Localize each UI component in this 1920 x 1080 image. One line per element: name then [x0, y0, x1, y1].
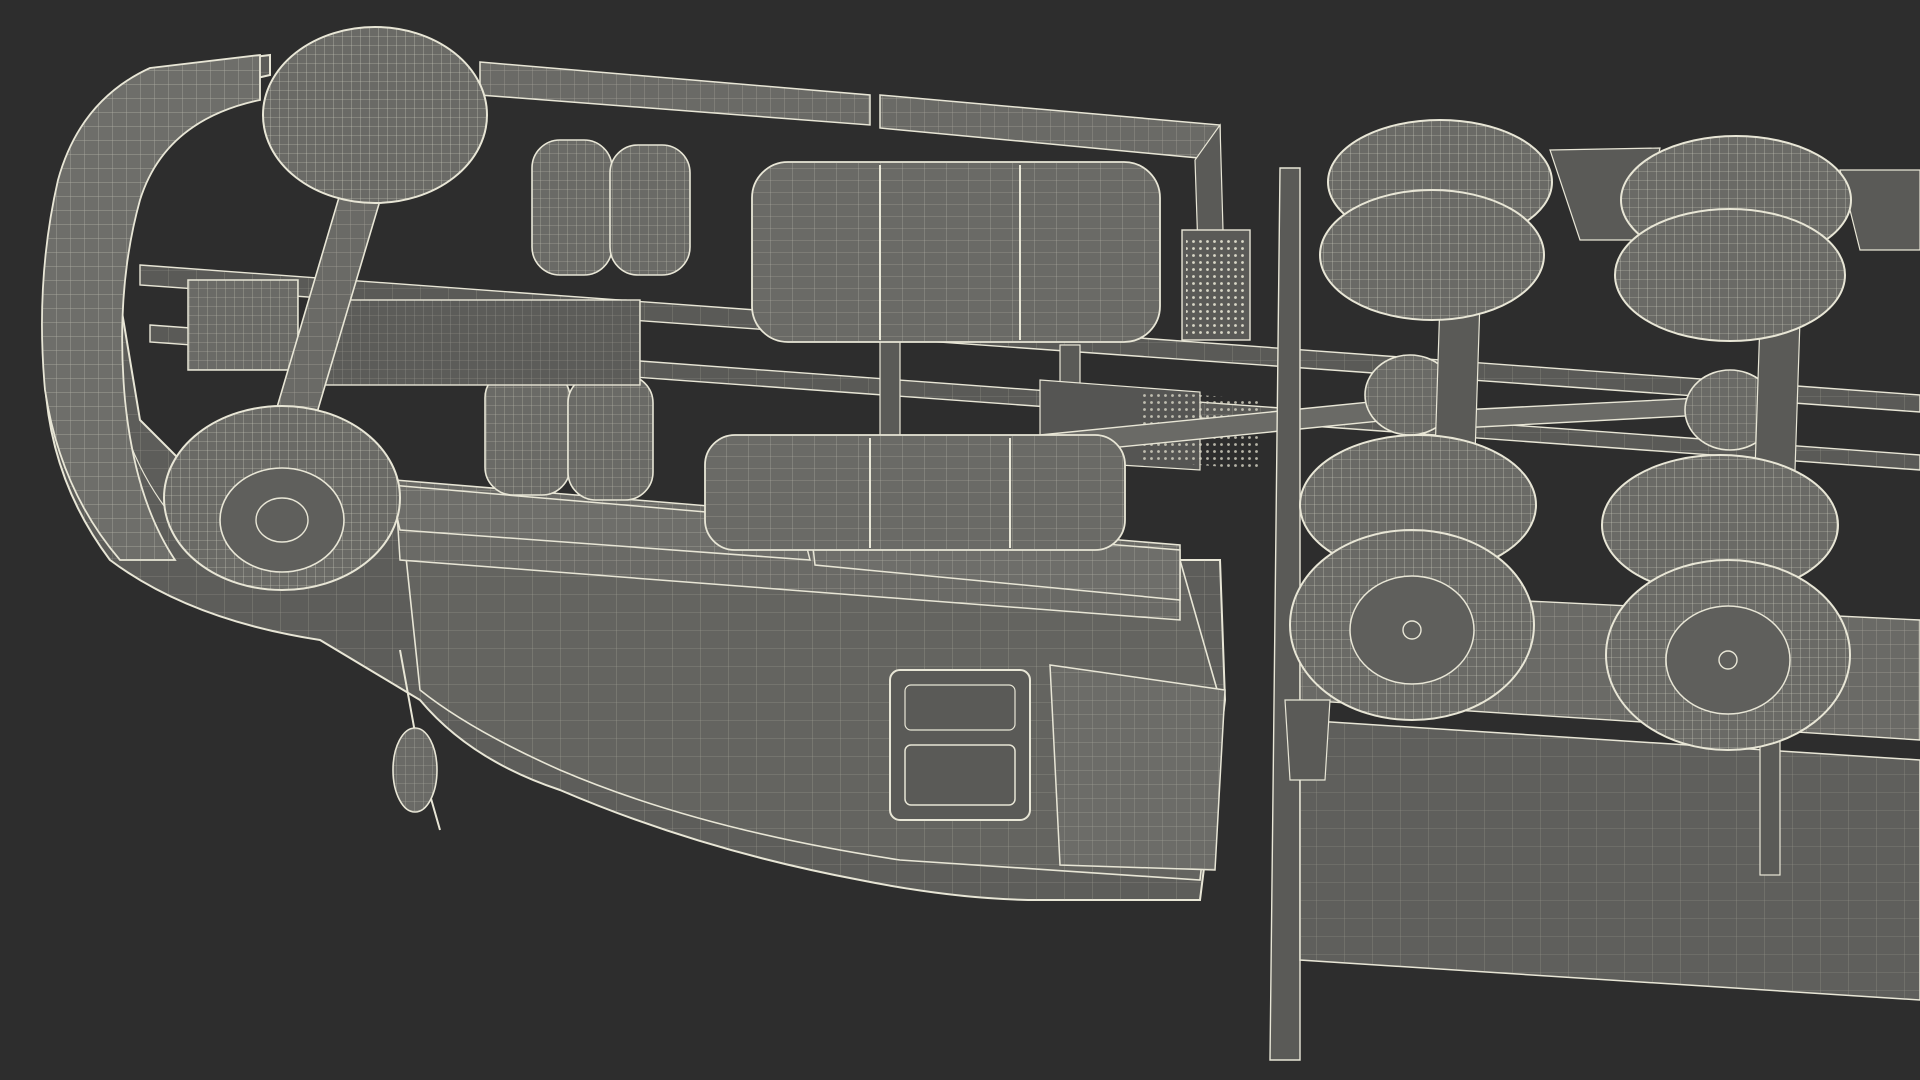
- rear-wheel-2-top: [1614, 135, 1852, 342]
- rear-wheel-1-bottom: [1289, 434, 1537, 721]
- rear-wheel-1-top: [1319, 119, 1553, 321]
- render-viewport: [0, 0, 1920, 1080]
- trailer-post: [1284, 699, 1331, 781]
- step-box: [1181, 229, 1251, 341]
- wireframe-render: [41, 26, 1920, 1061]
- fuel-tank-lower: [704, 434, 1126, 551]
- front-wheel-bottom: [163, 405, 401, 591]
- air-tanks-upper: [531, 139, 691, 276]
- fuel-tank-upper: [751, 161, 1161, 343]
- battery-box: [187, 279, 299, 371]
- front-wheel-top: [262, 26, 488, 204]
- rear-wheel-2-bottom: [1601, 454, 1851, 751]
- air-tanks-lower: [484, 369, 654, 501]
- engine-block: [319, 299, 641, 386]
